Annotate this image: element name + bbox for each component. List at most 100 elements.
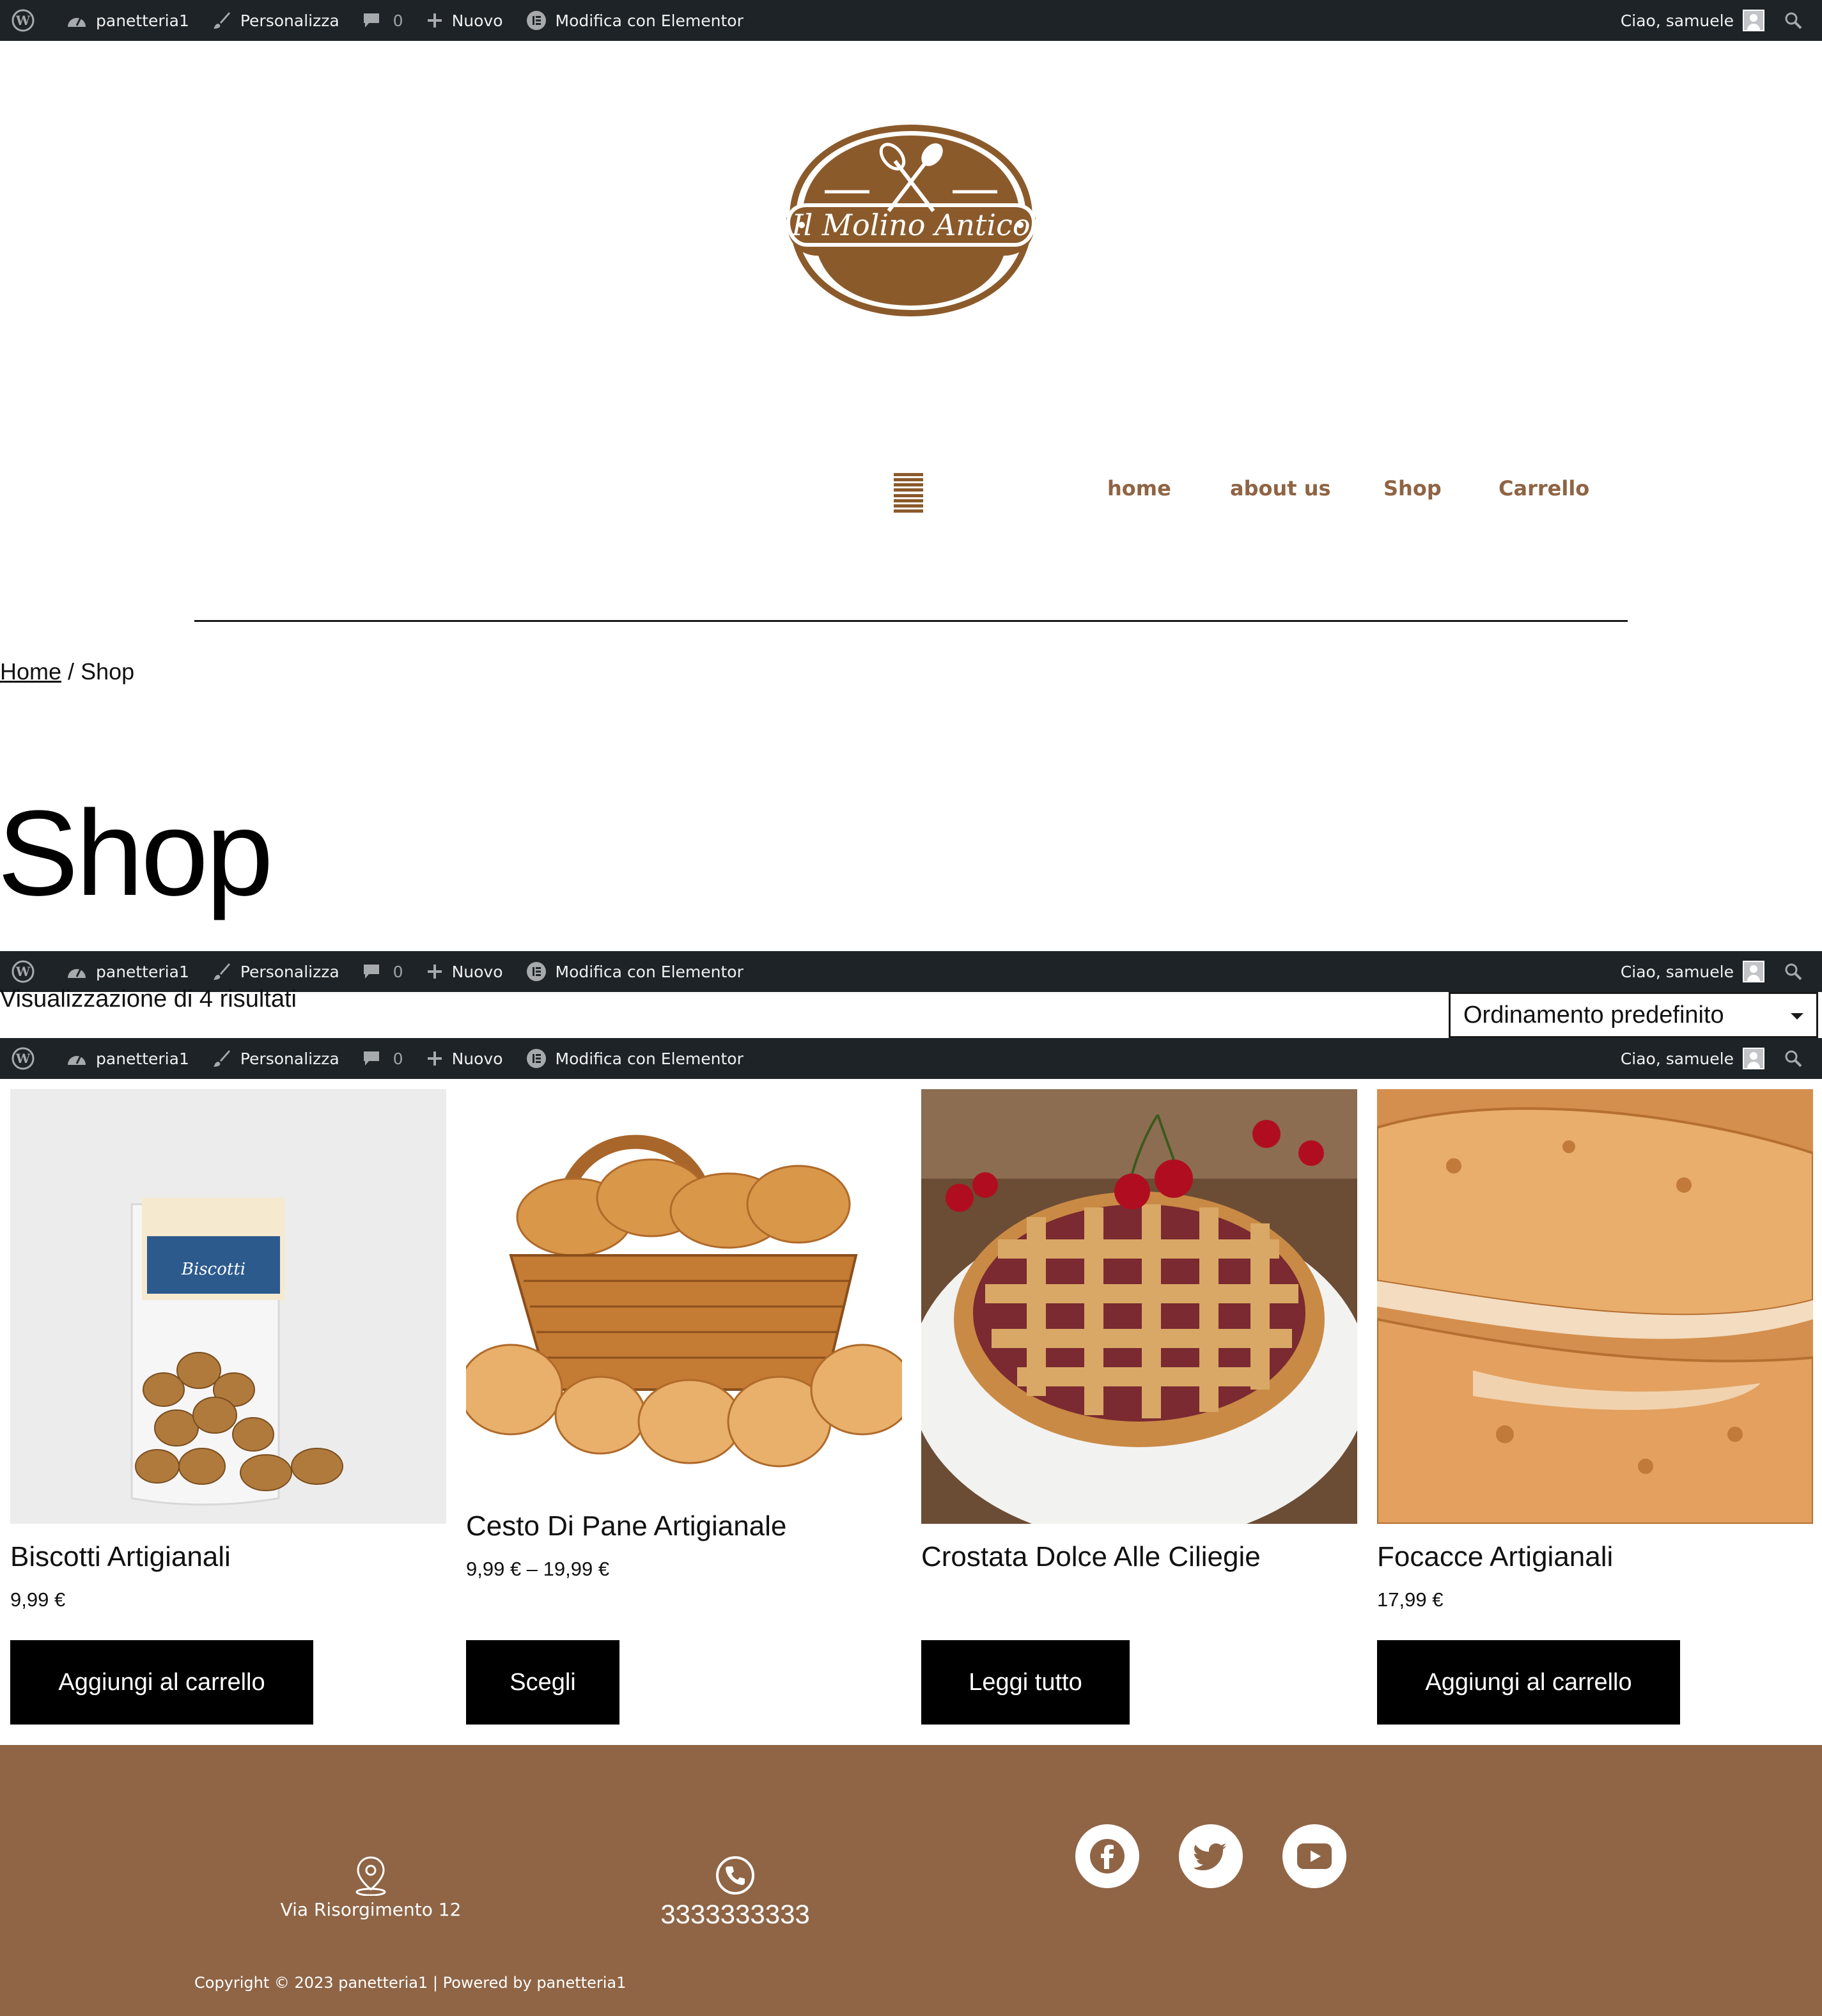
- breadcrumb-home[interactable]: Home: [0, 658, 61, 685]
- site-name-menu[interactable]: panetteria1: [55, 0, 201, 41]
- orderby-select[interactable]: Ordinamento predefinito: [1449, 992, 1818, 1038]
- comments-count: 0: [393, 1049, 403, 1068]
- product-card: Cesto Di Pane Artigianale 9,99 € – 19,99…: [458, 1089, 915, 1581]
- product-image[interactable]: Biscotti: [10, 1089, 446, 1524]
- youtube-link[interactable]: [1282, 1824, 1346, 1888]
- shop-toolbar: Visualizzazione di 4 risultati Ordinamen…: [0, 986, 1822, 1038]
- new-content-menu[interactable]: Nuovo: [415, 1038, 515, 1079]
- phone-text[interactable]: 3333333333: [639, 1899, 831, 1930]
- breadcrumb-separator: /: [68, 658, 75, 685]
- customize-link[interactable]: Personalizza: [201, 0, 351, 41]
- new-label: Nuovo: [451, 1049, 503, 1068]
- account-menu[interactable]: Ciao, samuele: [1609, 1038, 1764, 1079]
- new-label: Nuovo: [451, 962, 503, 981]
- account-menu[interactable]: Ciao, samuele: [1609, 0, 1764, 41]
- customize-link[interactable]: Personalizza: [201, 1038, 351, 1079]
- greeting: Ciao, samuele: [1620, 11, 1734, 30]
- site-logo[interactable]: Il Molino Antico: [774, 121, 1048, 320]
- site-footer: Via Risorgimento 12 3333333333 Copyright…: [0, 1745, 1822, 2016]
- product-title[interactable]: Focacce Artigianali: [1377, 1541, 1813, 1573]
- facebook-icon: [1090, 1839, 1125, 1873]
- edit-elementor-link[interactable]: Modifica con Elementor: [515, 1038, 755, 1079]
- add-to-cart-button[interactable]: Aggiungi al carrello: [10, 1640, 313, 1725]
- svg-text:W: W: [15, 964, 31, 979]
- svg-text:Biscotti: Biscotti: [181, 1260, 245, 1279]
- site-name: panetteria1: [96, 11, 189, 30]
- wordpress-menu[interactable]: W: [0, 1038, 55, 1079]
- edit-elementor-link[interactable]: Modifica con Elementor: [515, 951, 755, 992]
- twitter-icon: [1194, 1843, 1226, 1870]
- search-icon: [1785, 963, 1802, 981]
- comments-link[interactable]: 0: [351, 951, 415, 992]
- add-to-cart-button[interactable]: Aggiungi al carrello: [1377, 1640, 1680, 1725]
- new-content-menu[interactable]: Nuovo: [415, 951, 515, 992]
- comments-link[interactable]: 0: [351, 1038, 415, 1079]
- main-navigation: home about us Shop Carrello: [0, 476, 1822, 508]
- comment-icon: [363, 1051, 379, 1066]
- wordpress-icon: W: [12, 1047, 35, 1070]
- product-card: Biscotti Biscotti Artigianali 9,99 €: [10, 1089, 446, 1611]
- admin-search[interactable]: [1764, 0, 1822, 41]
- comments-count: 0: [393, 962, 403, 981]
- brush-icon: [213, 12, 230, 29]
- edit-elementor-label: Modifica con Elementor: [555, 962, 744, 981]
- customize-label: Personalizza: [240, 1049, 339, 1068]
- comment-icon: [363, 13, 379, 27]
- location-icon: [355, 1856, 386, 1896]
- comments-link[interactable]: 0: [351, 0, 415, 41]
- elementor-icon: [526, 1049, 546, 1068]
- new-content-menu[interactable]: Nuovo: [415, 0, 515, 41]
- nav-carrello[interactable]: Carrello: [1499, 476, 1589, 500]
- wordpress-menu[interactable]: W: [0, 0, 55, 41]
- avatar: [1743, 10, 1764, 31]
- twitter-link[interactable]: [1179, 1824, 1243, 1888]
- edit-elementor-label: Modifica con Elementor: [555, 11, 744, 30]
- admin-search[interactable]: [1764, 951, 1822, 992]
- page-title: Shop: [0, 786, 274, 921]
- logo-text: Il Molino Antico: [791, 208, 1030, 242]
- nav-shop[interactable]: Shop: [1383, 476, 1442, 500]
- facebook-link[interactable]: [1075, 1824, 1139, 1888]
- comment-icon: [363, 965, 379, 979]
- product-card: Crostata Dolce Alle Ciliegie: [909, 1089, 1369, 1588]
- header-divider: [194, 620, 1628, 622]
- product-image[interactable]: [909, 1089, 1369, 1543]
- greeting: Ciao, samuele: [1620, 962, 1734, 981]
- admin-bar-duplicate: W panetteria1 Personalizza 0 Nuovo Modif…: [0, 1038, 1822, 1079]
- footer-address: Via Risorgimento 12: [275, 1855, 467, 1920]
- product-image[interactable]: [458, 1089, 915, 1493]
- youtube-icon: [1297, 1843, 1332, 1869]
- address-text: Via Risorgimento 12: [280, 1899, 462, 1920]
- account-menu[interactable]: Ciao, samuele: [1609, 951, 1764, 992]
- read-more-button[interactable]: Leggi tutto: [921, 1640, 1130, 1725]
- choose-options-button[interactable]: Scegli: [466, 1640, 619, 1725]
- plus-icon: [427, 1051, 442, 1066]
- nav-about-us[interactable]: about us: [1230, 476, 1331, 500]
- phone-icon: [716, 1856, 754, 1895]
- new-label: Nuovo: [451, 11, 503, 30]
- product-price: 17,99 €: [1377, 1588, 1444, 1611]
- avatar: [1743, 1048, 1764, 1069]
- nav-home[interactable]: home: [1107, 476, 1171, 500]
- product-price: 9,99 €: [10, 1588, 66, 1611]
- product-title[interactable]: Crostata Dolce Alle Ciliegie: [921, 1541, 1357, 1573]
- chevron-down-icon: [1791, 1013, 1803, 1020]
- admin-search[interactable]: [1764, 1038, 1822, 1079]
- admin-bar: W panetteria1 Personalizza 0 Nuovo Modif…: [0, 0, 1822, 41]
- brush-icon: [213, 1050, 230, 1067]
- wordpress-icon: W: [12, 960, 35, 983]
- edit-elementor-link[interactable]: Modifica con Elementor: [515, 0, 755, 41]
- product-image[interactable]: [1376, 1089, 1814, 1525]
- orderby-selected: Ordinamento predefinito: [1463, 1001, 1724, 1028]
- footer-phone: 3333333333: [639, 1855, 831, 1930]
- product-title[interactable]: Cesto Di Pane Artigianale: [466, 1510, 902, 1542]
- product-card: Focacce Artigianali 17,99 €: [1376, 1089, 1814, 1611]
- avatar: [1743, 961, 1764, 982]
- brush-icon: [213, 963, 230, 980]
- breadcrumb: Home / Shop: [0, 658, 134, 685]
- product-title[interactable]: Biscotti Artigianali: [10, 1541, 446, 1573]
- site-name-menu[interactable]: panetteria1: [55, 1038, 201, 1079]
- greeting: Ciao, samuele: [1620, 1049, 1734, 1068]
- comments-count: 0: [393, 11, 403, 30]
- plus-icon: [427, 13, 442, 27]
